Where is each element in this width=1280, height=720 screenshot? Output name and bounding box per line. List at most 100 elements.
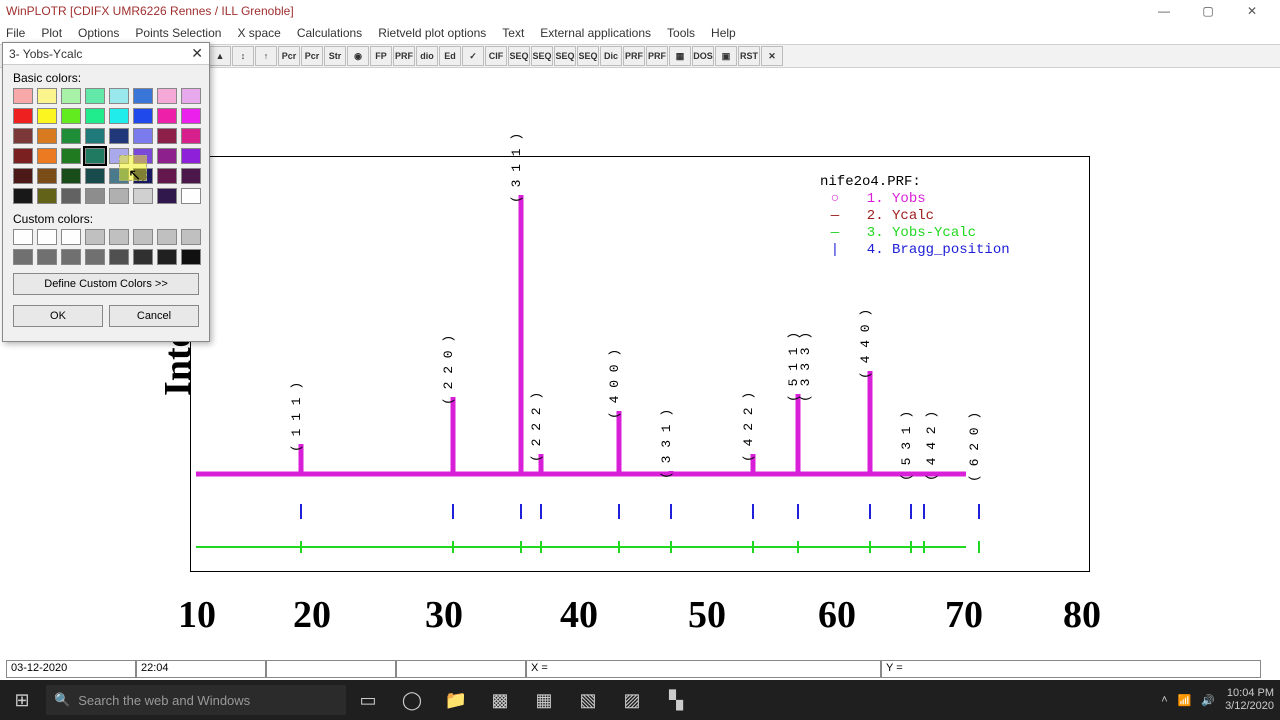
basic-color-4[interactable] [109,88,129,104]
toolbar-btn-32[interactable]: RST [738,46,760,66]
basic-color-16[interactable] [13,128,33,144]
basic-color-37[interactable] [133,168,153,184]
define-custom-colors-button[interactable]: Define Custom Colors >> [13,273,199,295]
task-view-icon[interactable]: ▭ [346,680,390,720]
toolbar-btn-29[interactable]: ▦ [669,46,691,66]
basic-color-6[interactable] [157,88,177,104]
toolbar-btn-31[interactable]: ▣ [715,46,737,66]
chrome-icon[interactable]: ◯ [390,680,434,720]
winplotr-taskbar-icon[interactable]: ▚ [654,680,698,720]
basic-color-10[interactable] [61,108,81,124]
menu-options[interactable]: Options [78,26,119,40]
custom-color-0[interactable] [13,229,33,245]
basic-color-11[interactable] [85,108,105,124]
menu-file[interactable]: File [6,26,25,40]
basic-color-47[interactable] [181,188,201,204]
basic-color-1[interactable] [37,88,57,104]
basic-color-36[interactable] [109,168,129,184]
toolbar-btn-28[interactable]: PRF [646,46,668,66]
basic-color-8[interactable] [13,108,33,124]
app-icon-1[interactable]: ▧ [566,680,610,720]
basic-color-41[interactable] [37,188,57,204]
menu-points-selection[interactable]: Points Selection [135,26,221,40]
toolbar-btn-24[interactable]: SEQ [554,46,576,66]
basic-color-18[interactable] [61,128,81,144]
wifi-icon[interactable]: 📶 [1178,694,1192,707]
custom-color-13[interactable] [133,249,153,265]
basic-color-43[interactable] [85,188,105,204]
volume-icon[interactable]: 🔊 [1201,694,1215,707]
basic-color-34[interactable] [61,168,81,184]
custom-color-11[interactable] [85,249,105,265]
toolbar-btn-11[interactable]: ↑ [255,46,277,66]
toolbar-btn-15[interactable]: ◉ [347,46,369,66]
basic-color-46[interactable] [157,188,177,204]
basic-color-0[interactable] [13,88,33,104]
toolbar-btn-16[interactable]: FP [370,46,392,66]
menu-tools[interactable]: Tools [667,26,695,40]
basic-color-31[interactable] [181,148,201,164]
color-dialog-close-icon[interactable]: ✕ [191,45,203,62]
toolbar-btn-10[interactable]: ↕ [232,46,254,66]
basic-color-19[interactable] [85,128,105,144]
basic-color-27[interactable] [85,148,105,164]
basic-color-17[interactable] [37,128,57,144]
custom-color-7[interactable] [181,229,201,245]
basic-color-7[interactable] [181,88,201,104]
menu-x-space[interactable]: X space [237,26,280,40]
basic-color-23[interactable] [181,128,201,144]
basic-color-2[interactable] [61,88,81,104]
custom-color-14[interactable] [157,249,177,265]
cancel-button[interactable]: Cancel [109,305,199,327]
toolbar-btn-12[interactable]: Pcr [278,46,300,66]
custom-color-8[interactable] [13,249,33,265]
toolbar-btn-22[interactable]: SEQ [508,46,530,66]
menu-text[interactable]: Text [502,26,524,40]
basic-color-45[interactable] [133,188,153,204]
basic-color-9[interactable] [37,108,57,124]
basic-color-5[interactable] [133,88,153,104]
toolbar-btn-33[interactable]: ✕ [761,46,783,66]
menu-external-applications[interactable]: External applications [540,26,651,40]
basic-color-20[interactable] [109,128,129,144]
toolbar-btn-21[interactable]: CIF [485,46,507,66]
basic-color-29[interactable] [133,148,153,164]
custom-color-4[interactable] [109,229,129,245]
file-explorer-icon[interactable]: 📁 [434,680,478,720]
tray-up-icon[interactable]: ˄ [1161,694,1167,706]
menu-rietveld-plot-options[interactable]: Rietveld plot options [378,26,486,40]
custom-color-15[interactable] [181,249,201,265]
basic-color-40[interactable] [13,188,33,204]
toolbar-btn-20[interactable]: ✓ [462,46,484,66]
toolbar-btn-25[interactable]: SEQ [577,46,599,66]
basic-color-33[interactable] [37,168,57,184]
menu-calculations[interactable]: Calculations [297,26,362,40]
start-button[interactable]: ⊞ [0,680,44,720]
toolbar-btn-30[interactable]: DOS [692,46,714,66]
basic-color-44[interactable] [109,188,129,204]
basic-color-21[interactable] [133,128,153,144]
basic-color-26[interactable] [61,148,81,164]
basic-color-24[interactable] [13,148,33,164]
custom-color-3[interactable] [85,229,105,245]
toolbar-btn-26[interactable]: Dic [600,46,622,66]
ok-button[interactable]: OK [13,305,103,327]
taskbar-search[interactable]: 🔍 Search the web and Windows [46,685,346,715]
taskbar-clock[interactable]: 10:04 PM 3/12/2020 [1225,687,1274,713]
custom-color-9[interactable] [37,249,57,265]
toolbar-btn-9[interactable]: ▲ [209,46,231,66]
toolbar-btn-13[interactable]: Pcr [301,46,323,66]
custom-color-1[interactable] [37,229,57,245]
app-icon-2[interactable]: ▨ [610,680,654,720]
word-icon[interactable]: ▦ [522,680,566,720]
close-button[interactable]: ✕ [1230,0,1274,22]
basic-color-28[interactable] [109,148,129,164]
toolbar-btn-17[interactable]: PRF [393,46,415,66]
basic-color-32[interactable] [13,168,33,184]
menu-plot[interactable]: Plot [41,26,62,40]
toolbar-btn-23[interactable]: SEQ [531,46,553,66]
basic-color-42[interactable] [61,188,81,204]
minimize-button[interactable]: — [1142,0,1186,22]
basic-color-14[interactable] [157,108,177,124]
custom-color-12[interactable] [109,249,129,265]
